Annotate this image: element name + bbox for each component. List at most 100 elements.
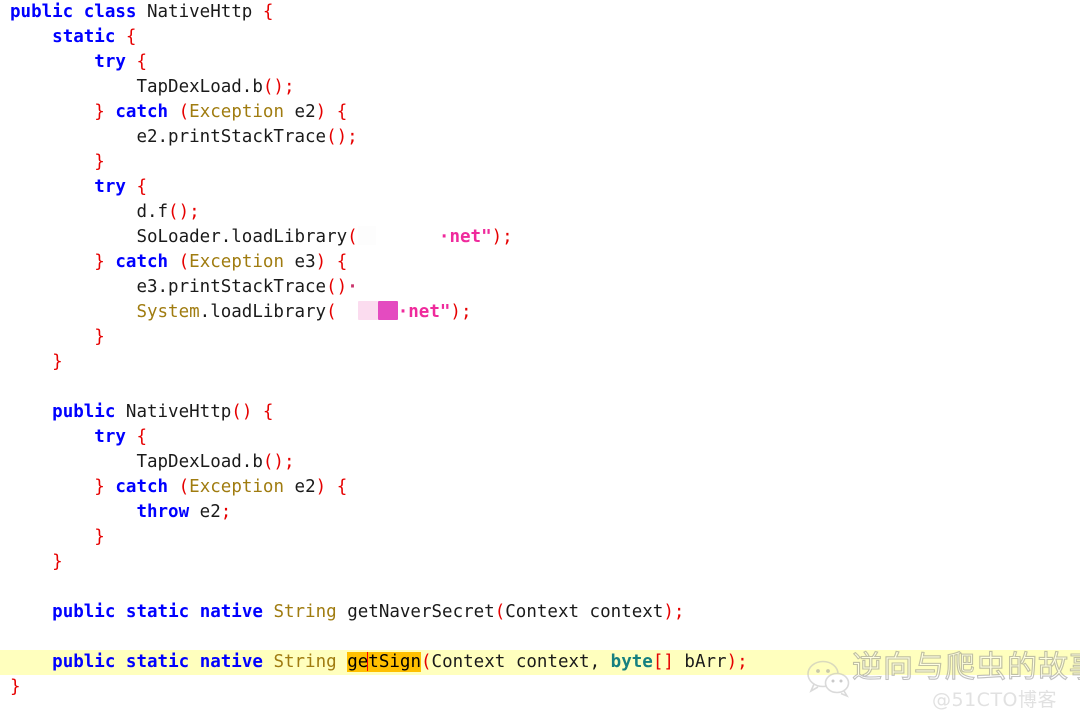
code-token-plain: NativeHttp: [136, 2, 263, 22]
code-line[interactable]: d.f();: [0, 200, 1080, 225]
code-line[interactable]: throw e2;: [0, 500, 1080, 525]
code-token-kw: catch: [115, 252, 169, 272]
code-token-type: String: [273, 602, 337, 622]
code-token-punct: }: [94, 102, 105, 122]
code-token-kw: native: [199, 652, 263, 672]
code-line[interactable]: public NativeHttp() {: [0, 400, 1080, 425]
code-line[interactable]: public static native String getNaverSecr…: [0, 600, 1080, 625]
code-token-punct: {: [136, 52, 147, 72]
code-token-plain: .loadLibrary: [199, 302, 327, 322]
code-token-punct: ;: [283, 77, 295, 97]
code-token-kw: public: [52, 402, 116, 422]
code-token-punct: (): [168, 202, 190, 222]
code-token-punct: {: [336, 252, 348, 272]
redaction-block-magenta: [377, 301, 398, 320]
code-token-plain: TapDexLoad.b: [136, 77, 263, 97]
code-line[interactable]: TapDexLoad.b();: [0, 450, 1080, 475]
code-line[interactable]: try {: [0, 425, 1080, 450]
code-token-punct: ): [663, 602, 674, 622]
code-token-kw: public: [52, 602, 116, 622]
code-token-punct: {: [136, 427, 147, 447]
code-token-punct: (: [494, 602, 506, 622]
code-token-plain: bArr: [673, 652, 727, 672]
code-line[interactable]: }: [0, 325, 1080, 350]
code-line[interactable]: [0, 575, 1080, 600]
code-token-plain: e2: [284, 102, 316, 122]
code-token-plain: d.f: [136, 202, 169, 222]
code-token-plain: TapDexLoad.b: [136, 452, 263, 472]
code-token-type: Exception: [189, 252, 284, 272]
code-token-punct: {: [125, 27, 137, 47]
code-token-type: Exception: [189, 477, 284, 497]
code-token-plain: e2: [189, 502, 221, 522]
code-line[interactable]: }: [0, 550, 1080, 575]
code-line-current[interactable]: public static native String getSign(Cont…: [0, 650, 1080, 675]
code-token-plain: Context context: [505, 602, 664, 622]
code-line[interactable]: try {: [0, 175, 1080, 200]
code-token-punct: ;: [189, 202, 200, 222]
code-line[interactable]: } catch (Exception e3) {: [0, 250, 1080, 275]
code-line[interactable]: [0, 375, 1080, 400]
code-token-punct: (: [178, 252, 190, 272]
code-line[interactable]: static {: [0, 25, 1080, 50]
redaction-block-pinklight: [357, 301, 378, 320]
code-line[interactable]: e3.printStackTrace()·: [0, 275, 1080, 300]
code-token-punct: }: [52, 552, 63, 572]
code-line[interactable]: } catch (Exception e2) {: [0, 100, 1080, 125]
code-line[interactable]: TapDexLoad.b();: [0, 75, 1080, 100]
code-line[interactable]: try {: [0, 50, 1080, 75]
code-token-plain: getNaverSecret: [336, 602, 495, 622]
code-token-punct: []: [652, 652, 674, 672]
code-token-punct: (: [178, 477, 190, 497]
code-line[interactable]: [0, 625, 1080, 650]
code-line[interactable]: }: [0, 525, 1080, 550]
code-token-punct: ;: [347, 127, 358, 147]
code-token-punct: (: [326, 277, 337, 297]
code-token-punct: (: [347, 227, 358, 247]
code-token-plain: e3.printStackTrace: [136, 277, 327, 297]
code-line[interactable]: }: [0, 675, 1080, 700]
code-editor-view[interactable]: public class NativeHttp { static { try {…: [0, 0, 1080, 721]
code-line[interactable]: }: [0, 350, 1080, 375]
code-token-kw: static: [125, 602, 190, 622]
code-line[interactable]: e2.printStackTrace();: [0, 125, 1080, 150]
code-token-kw: try: [94, 52, 126, 72]
code-token-punct: ): [315, 102, 327, 122]
code-token-kw: native: [199, 602, 263, 622]
code-token-punct: }: [94, 252, 105, 272]
code-line[interactable]: SoLoader.loadLibrary( ·net");: [0, 225, 1080, 250]
code-token-punct: {: [262, 2, 274, 22]
code-token-punct: ;: [502, 227, 513, 247]
code-line[interactable]: }: [0, 150, 1080, 175]
code-token-punct: ;: [673, 602, 685, 622]
code-token-kw: class: [83, 2, 137, 22]
code-token-punct: ;: [460, 302, 472, 322]
code-line[interactable]: } catch (Exception e2) {: [0, 475, 1080, 500]
code-line[interactable]: public class NativeHttp {: [0, 0, 1080, 25]
code-line[interactable]: System.loadLibrary( ·net");: [0, 300, 1080, 325]
code-token-sel: ge: [347, 652, 369, 672]
code-token-punct: (: [420, 652, 432, 672]
